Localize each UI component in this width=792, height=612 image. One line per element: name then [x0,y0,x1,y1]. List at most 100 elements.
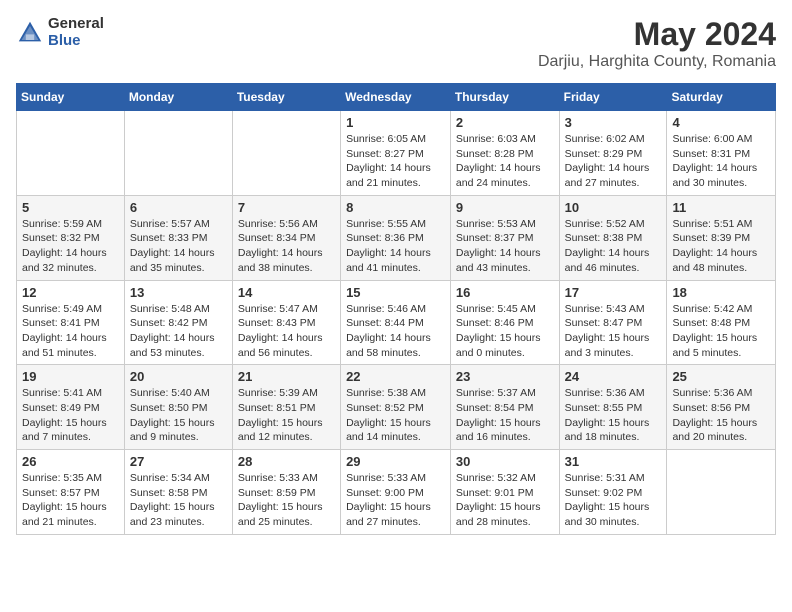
day-info: Sunrise: 5:38 AMSunset: 8:52 PMDaylight:… [346,386,445,445]
day-info: Sunrise: 5:57 AMSunset: 8:33 PMDaylight:… [130,217,227,276]
weekday-header-saturday: Saturday [667,84,776,111]
day-number: 31 [565,454,662,469]
title-block: May 2024 Darjiu, Harghita County, Romani… [538,16,776,71]
day-info: Sunrise: 5:48 AMSunset: 8:42 PMDaylight:… [130,302,227,361]
calendar-cell [232,111,340,196]
weekday-header-sunday: Sunday [17,84,125,111]
calendar-cell: 21 Sunrise: 5:39 AMSunset: 8:51 PMDayligh… [232,365,340,450]
day-info: Sunrise: 5:31 AMSunset: 9:02 PMDaylight:… [565,471,662,530]
calendar-cell: 11Sunrise: 5:51 AMSunset: 8:39 PMDayligh… [667,195,776,280]
calendar-header: SundayMondayTuesdayWednesdayThursdayFrid… [17,84,776,111]
calendar-cell: 28Sunrise: 5:33 AMSunset: 8:59 PMDayligh… [232,450,340,535]
weekday-header-friday: Friday [559,84,667,111]
day-number: 22 [346,369,445,384]
weekday-header-monday: Monday [124,84,232,111]
calendar-cell: 3 Sunrise: 6:02 AMSunset: 8:29 PMDaylight… [559,111,667,196]
day-info: Sunrise: 5:52 AMSunset: 8:38 PMDaylight:… [565,217,662,276]
day-number: 30 [456,454,554,469]
calendar-week-row: 5 Sunrise: 5:59 AMSunset: 8:32 PMDaylight… [17,195,776,280]
calendar-cell: 7 Sunrise: 5:56 AMSunset: 8:34 PMDaylight… [232,195,340,280]
calendar-table: SundayMondayTuesdayWednesdayThursdayFrid… [16,83,776,535]
day-number: 21 [238,369,335,384]
day-info: Sunrise: 5:42 AMSunset: 8:48 PMDaylight:… [672,302,770,361]
day-number: 13 [130,285,227,300]
day-number: 17 [565,285,662,300]
day-info: Sunrise: 5:41 AMSunset: 8:49 PMDaylight:… [22,386,119,445]
calendar-cell: 29Sunrise: 5:33 AMSunset: 9:00 PMDayligh… [341,450,451,535]
calendar-week-row: 12Sunrise: 5:49 AMSunset: 8:41 PMDayligh… [17,280,776,365]
day-info: Sunrise: 5:36 AMSunset: 8:56 PMDaylight:… [672,386,770,445]
calendar-cell [124,111,232,196]
calendar-cell: 25 Sunrise: 5:36 AMSunset: 8:56 PMDayligh… [667,365,776,450]
day-number: 12 [22,285,119,300]
calendar-cell: 24 Sunrise: 5:36 AMSunset: 8:55 PMDayligh… [559,365,667,450]
day-info: Sunrise: 5:56 AMSunset: 8:34 PMDaylight:… [238,217,335,276]
logo: General Blue [16,16,104,49]
day-info: Sunrise: 5:35 AMSunset: 8:57 PMDaylight:… [22,471,119,530]
day-info: Sunrise: 5:45 AMSunset: 8:46 PMDaylight:… [456,302,554,361]
day-info: Sunrise: 5:55 AMSunset: 8:36 PMDaylight:… [346,217,445,276]
calendar-cell [667,450,776,535]
day-number: 8 [346,200,445,215]
day-info: Sunrise: 5:51 AMSunset: 8:39 PMDaylight:… [672,217,770,276]
calendar-cell: 9 Sunrise: 5:53 AMSunset: 8:37 PMDaylight… [450,195,559,280]
day-number: 28 [238,454,335,469]
calendar-cell: 27Sunrise: 5:34 AMSunset: 8:58 PMDayligh… [124,450,232,535]
calendar-cell: 17 Sunrise: 5:43 AMSunset: 8:47 PMDayligh… [559,280,667,365]
day-number: 16 [456,285,554,300]
calendar-cell: 13 Sunrise: 5:48 AMSunset: 8:42 PMDayligh… [124,280,232,365]
day-info: Sunrise: 5:36 AMSunset: 8:55 PMDaylight:… [565,386,662,445]
calendar-cell: 2 Sunrise: 6:03 AMSunset: 8:28 PMDaylight… [450,111,559,196]
day-number: 9 [456,200,554,215]
day-number: 26 [22,454,119,469]
page-header: General Blue May 2024 Darjiu, Harghita C… [16,16,776,71]
day-info: Sunrise: 6:02 AMSunset: 8:29 PMDaylight:… [565,132,662,191]
day-info: Sunrise: 5:33 AMSunset: 9:00 PMDaylight:… [346,471,445,530]
calendar-cell: 22 Sunrise: 5:38 AMSunset: 8:52 PMDayligh… [341,365,451,450]
day-info: Sunrise: 5:39 AMSunset: 8:51 PMDaylight:… [238,386,335,445]
calendar-body: 1Sunrise: 6:05 AMSunset: 8:27 PMDaylight… [17,111,776,535]
calendar-week-row: 19 Sunrise: 5:41 AMSunset: 8:49 PMDayligh… [17,365,776,450]
day-number: 24 [565,369,662,384]
logo-text: General Blue [48,16,104,49]
logo-general-text: General [48,16,104,33]
calendar-cell: 6Sunrise: 5:57 AMSunset: 8:33 PMDaylight… [124,195,232,280]
weekday-header-wednesday: Wednesday [341,84,451,111]
day-info: Sunrise: 5:47 AMSunset: 8:43 PMDaylight:… [238,302,335,361]
day-info: Sunrise: 5:43 AMSunset: 8:47 PMDaylight:… [565,302,662,361]
location-title: Darjiu, Harghita County, Romania [538,53,776,71]
day-number: 2 [456,115,554,130]
day-number: 18 [672,285,770,300]
day-number: 23 [456,369,554,384]
month-title: May 2024 [538,16,776,53]
logo-blue-text: Blue [48,33,104,50]
day-info: Sunrise: 5:34 AMSunset: 8:58 PMDaylight:… [130,471,227,530]
day-number: 19 [22,369,119,384]
day-number: 7 [238,200,335,215]
day-number: 25 [672,369,770,384]
weekday-header-tuesday: Tuesday [232,84,340,111]
day-number: 5 [22,200,119,215]
calendar-cell: 4Sunrise: 6:00 AMSunset: 8:31 PMDaylight… [667,111,776,196]
day-number: 20 [130,369,227,384]
calendar-cell: 26 Sunrise: 5:35 AMSunset: 8:57 PMDayligh… [17,450,125,535]
calendar-cell: 8 Sunrise: 5:55 AMSunset: 8:36 PMDaylight… [341,195,451,280]
calendar-cell: 19 Sunrise: 5:41 AMSunset: 8:49 PMDayligh… [17,365,125,450]
day-number: 10 [565,200,662,215]
calendar-cell: 14Sunrise: 5:47 AMSunset: 8:43 PMDayligh… [232,280,340,365]
calendar-cell: 18 Sunrise: 5:42 AMSunset: 8:48 PMDayligh… [667,280,776,365]
calendar-cell: 23 Sunrise: 5:37 AMSunset: 8:54 PMDayligh… [450,365,559,450]
calendar-cell: 20Sunrise: 5:40 AMSunset: 8:50 PMDayligh… [124,365,232,450]
day-info: Sunrise: 5:59 AMSunset: 8:32 PMDaylight:… [22,217,119,276]
calendar-cell: 1Sunrise: 6:05 AMSunset: 8:27 PMDaylight… [341,111,451,196]
day-number: 15 [346,285,445,300]
day-info: Sunrise: 6:03 AMSunset: 8:28 PMDaylight:… [456,132,554,191]
calendar-cell: 16 Sunrise: 5:45 AMSunset: 8:46 PMDayligh… [450,280,559,365]
calendar-cell: 10 Sunrise: 5:52 AMSunset: 8:38 PMDayligh… [559,195,667,280]
weekday-header-row: SundayMondayTuesdayWednesdayThursdayFrid… [17,84,776,111]
day-info: Sunrise: 5:32 AMSunset: 9:01 PMDaylight:… [456,471,554,530]
day-number: 3 [565,115,662,130]
day-info: Sunrise: 5:53 AMSunset: 8:37 PMDaylight:… [456,217,554,276]
day-info: Sunrise: 5:37 AMSunset: 8:54 PMDaylight:… [456,386,554,445]
calendar-cell: 5 Sunrise: 5:59 AMSunset: 8:32 PMDaylight… [17,195,125,280]
